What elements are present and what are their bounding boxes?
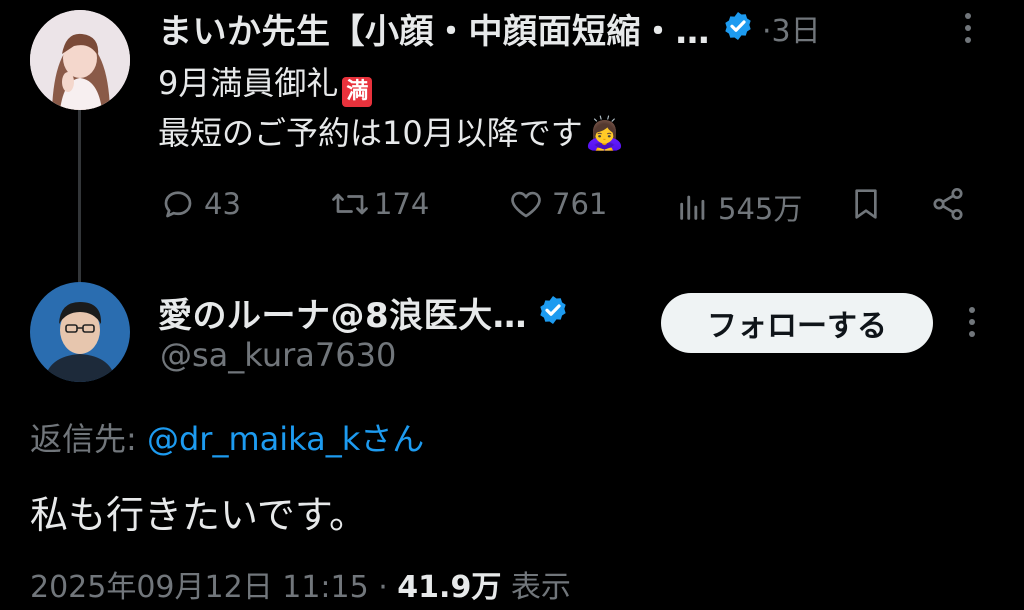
reply-text: 私も行きたいです。 (30, 493, 368, 537)
reply-icon (164, 191, 192, 218)
tweet-time[interactable]: ·3日 (762, 6, 821, 50)
author-avatar[interactable] (30, 10, 130, 110)
views-count: 545万 (718, 192, 803, 226)
verified-badge-icon (537, 294, 569, 330)
retweet-count: 174 (374, 187, 430, 221)
views-icon (680, 195, 705, 220)
full-badge: 満 (342, 77, 373, 107)
view-count: 41.9万 (397, 570, 502, 605)
views-action[interactable]: 545万 (676, 186, 802, 228)
like-action[interactable]: 761 (508, 186, 607, 222)
bookmark-icon[interactable] (850, 186, 882, 222)
more-icon[interactable] (966, 306, 978, 338)
view-label: 表示 (501, 570, 571, 605)
bowing-emoji: 🙇‍♀️ (584, 114, 625, 152)
retweet-action[interactable]: 174 (330, 186, 429, 222)
more-icon[interactable] (962, 12, 974, 44)
share-icon[interactable] (930, 186, 966, 222)
tweet-text-line1: 9月満員御礼満 (158, 58, 625, 108)
author-name[interactable]: まいか先生【小顔・中顔面短縮・… (158, 4, 710, 53)
verified-badge-icon (722, 10, 754, 46)
replying-to-link[interactable]: @dr_maika_kさん (147, 420, 424, 458)
replying-to: 返信先: @dr_maika_kさん (30, 414, 424, 460)
reply-author-handle[interactable]: @sa_kura7630 (160, 336, 396, 374)
reply-author-name[interactable]: 愛のルーナ@8浪医大… (158, 288, 527, 337)
follow-button[interactable]: フォローする (661, 293, 933, 353)
reply-count: 43 (204, 187, 241, 221)
like-icon (511, 191, 541, 218)
replying-to-label: 返信先: (30, 420, 147, 458)
thread-connector (78, 104, 81, 284)
like-count: 761 (552, 187, 608, 221)
reply-author-avatar[interactable] (30, 282, 130, 382)
timestamp-row: 2025年09月12日 11:15 · 41.9万 表示 (30, 562, 571, 606)
reply-action[interactable]: 43 (160, 186, 241, 222)
reply-timestamp[interactable]: 2025年09月12日 11:15 · (30, 570, 397, 605)
retweet-icon (332, 193, 368, 215)
tweet-text-line2: 最短のご予約は10月以降です🙇‍♀️ (158, 114, 625, 152)
